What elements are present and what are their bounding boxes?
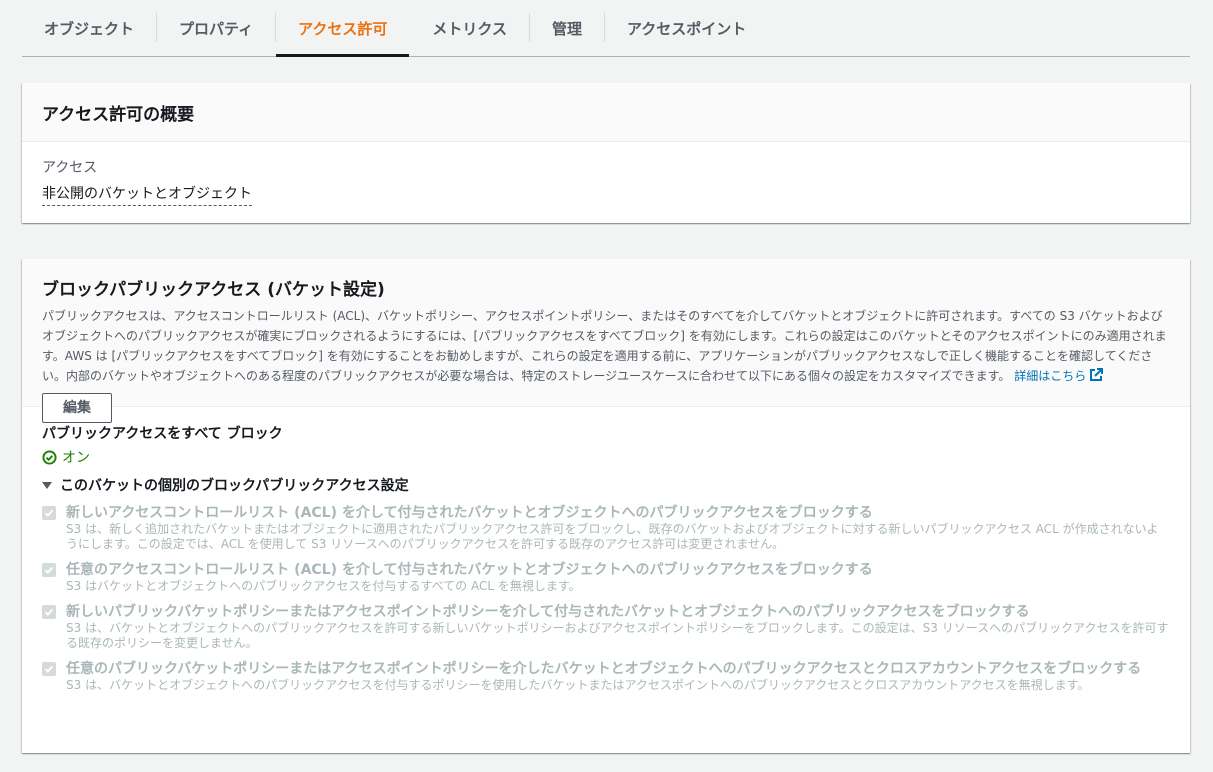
individual-settings-expander[interactable]: このバケットの個別のブロックパブリックアクセス設定 [42,475,1170,495]
external-link-icon [1090,368,1104,381]
tab-metrics[interactable]: メトリクス [410,0,529,56]
tab-permissions[interactable]: アクセス許可 [276,0,410,57]
tab-properties[interactable]: プロパティ [157,0,275,56]
disabled-checkbox[interactable] [42,506,56,520]
caret-down-icon [42,481,52,489]
option-title: 新しいパブリックバケットポリシーまたはアクセスポイントポリシーを介して付与された… [66,604,1030,620]
check-icon [44,509,54,517]
tab-management[interactable]: 管理 [530,0,604,56]
panel-description: パブリックアクセスは、アクセスコントロールリスト (ACL)、バケットポリシー、… [42,306,1170,386]
setting-option: 新しいパブリックバケットポリシーまたはアクセスポイントポリシーを介して付与された… [42,603,1170,651]
option-title: 新しいアクセスコントロールリスト (ACL) を介して付与されたバケットとオブジ… [66,505,873,521]
tab-bar: オブジェクト プロパティ アクセス許可 メトリクス 管理 アクセスポイント [22,0,1190,57]
check-circle-icon [42,449,57,465]
option-description: S3 は、新しく追加されたバケットまたはオブジェクトに適用されたパブリックアクセ… [66,522,1159,551]
block-all-title: パブリックアクセスをすべて ブロック [42,426,283,442]
access-value[interactable]: 非公開のバケットとオブジェクト [42,183,252,206]
option-title: 任意のパブリックバケットポリシーまたはアクセスポイントポリシーを介したバケットと… [66,661,1142,677]
option-description: S3 は、バケットとオブジェクトへのパブリックアクセスを付与するポリシーを使用し… [66,678,1090,692]
learn-more-link[interactable]: 詳細はこちら [1014,368,1104,383]
block-public-access-panel: ブロックパブリックアクセス (バケット設定) パブリックアクセスは、アクセスコン… [22,259,1190,753]
disabled-checkbox[interactable] [42,662,56,676]
option-title: 任意のアクセスコントロールリスト (ACL) を介して付与されたバケットとオブジ… [66,562,873,578]
expander-label: このバケットの個別のブロックパブリックアクセス設定 [60,478,409,494]
setting-option: 新しいアクセスコントロールリスト (ACL) を介して付与されたバケットとオブジ… [42,504,1170,552]
disabled-checkbox[interactable] [42,563,56,577]
tab-label: プロパティ [179,19,254,38]
learn-more-label: 詳細はこちら [1014,369,1087,383]
panel-title: アクセス許可の概要 [22,83,1190,142]
tab-label: アクセスポイント [626,19,747,38]
permissions-overview-panel: アクセス許可の概要 アクセス 非公開のバケットとオブジェクト [22,83,1190,223]
tab-access-points[interactable]: アクセスポイント [605,0,768,56]
panel-title: ブロックパブリックアクセス (バケット設定) [42,280,385,300]
check-icon [44,665,54,673]
access-label: アクセス [42,160,98,176]
check-icon [44,608,54,616]
disabled-checkbox[interactable] [42,605,56,619]
tab-label: オブジェクト [44,19,135,38]
description-text: パブリックアクセスは、アクセスコントロールリスト (ACL)、バケットポリシー、… [42,309,1167,383]
tab-objects[interactable]: オブジェクト [22,0,156,56]
setting-option: 任意のアクセスコントロールリスト (ACL) を介して付与されたバケットとオブジ… [42,561,1170,594]
setting-option: 任意のパブリックバケットポリシーまたはアクセスポイントポリシーを介したバケットと… [42,660,1170,693]
option-description: S3 は、バケットとオブジェクトへのパブリックアクセスを許可する新しいバケットポ… [66,621,1169,650]
check-icon [44,566,54,574]
tab-label: アクセス許可 [298,19,388,38]
status-label: オン [62,450,90,466]
tab-label: メトリクス [432,19,507,38]
tab-label: 管理 [551,19,582,38]
edit-button[interactable]: 編集 [42,393,112,423]
option-description: S3 はバケットとオブジェクトへのパブリックアクセスを付与するすべての ACL … [66,579,581,593]
status-indicator: オン [42,447,1170,467]
